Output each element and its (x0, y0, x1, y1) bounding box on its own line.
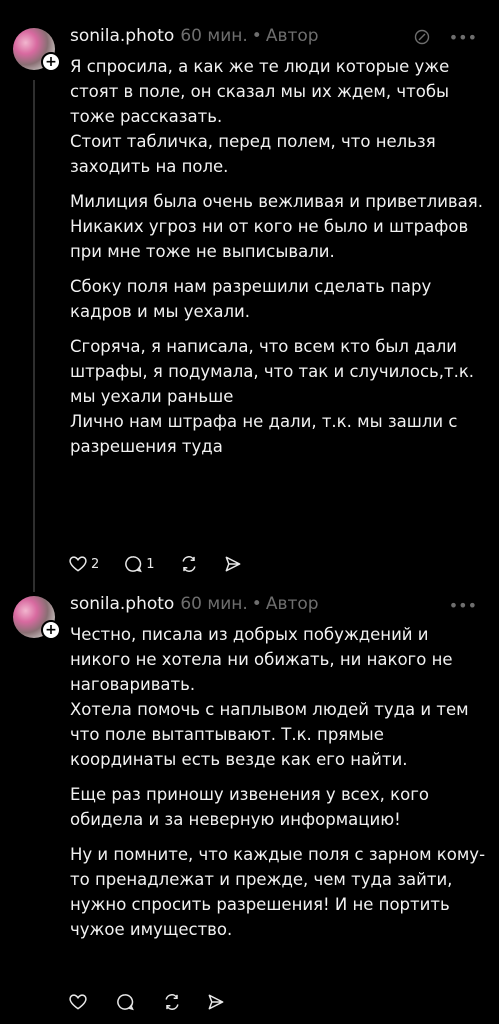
post-paragraph: Сгоряча, я написала, что всем кто был да… (70, 337, 475, 456)
avatar[interactable]: + (13, 596, 61, 640)
repost-button[interactable] (179, 554, 199, 574)
post-actions: 2 1 (68, 554, 243, 574)
share-icon (225, 556, 240, 572)
follow-plus-icon[interactable]: + (41, 620, 61, 640)
share-button[interactable] (206, 992, 226, 1012)
like-button[interactable]: 2 (68, 554, 99, 574)
more-icon[interactable]: ••• (449, 596, 477, 615)
comment-icon (117, 994, 134, 1011)
avatar[interactable]: + (13, 28, 61, 72)
repost-button[interactable] (162, 992, 182, 1012)
repost-icon (165, 994, 179, 1010)
meta-separator: • (251, 26, 262, 46)
post-paragraph: Честно, писала из добрых побуждений и ни… (70, 625, 469, 769)
heart-icon (69, 556, 87, 572)
like-button[interactable] (68, 992, 91, 1012)
post-paragraph: Милиция была очень вежливая и приветлива… (70, 192, 483, 261)
post-text: Честно, писала из добрых побуждений и ни… (70, 622, 490, 952)
post-header-actions: ••• (400, 28, 477, 47)
follow-plus-icon[interactable]: + (41, 52, 61, 72)
post-time: 60 мин. (180, 594, 248, 614)
post-time: 60 мин. (180, 26, 248, 46)
share-button[interactable] (223, 554, 243, 574)
author-badge: Автор (265, 26, 319, 46)
post-text: Я спросила, а как же те люди которые уже… (70, 54, 490, 469)
repost-icon (181, 556, 196, 572)
post-header: sonila.photo 60 мин. • Автор (70, 594, 319, 618)
thread-line (33, 80, 35, 592)
like-count: 2 (91, 556, 100, 572)
comment-count: 1 (146, 556, 155, 572)
share-icon (208, 994, 224, 1010)
post-header-actions: ••• (435, 596, 477, 615)
post-paragraph: Ну и помните, что каждые поля с зарном к… (70, 845, 486, 939)
username[interactable]: sonila.photo (70, 594, 174, 614)
comment-icon (125, 556, 143, 573)
post-paragraph: Сбоку поля нам разрешили сделать пару ка… (70, 277, 432, 321)
comment-button[interactable]: 1 (123, 554, 155, 574)
heart-icon (69, 994, 87, 1010)
post-header: sonila.photo 60 мин. • Автор (70, 26, 319, 50)
meta-separator: • (251, 594, 262, 614)
post-paragraph: Еще раз приношу извенения у всех, кого о… (70, 785, 429, 829)
edit-icon[interactable] (414, 28, 435, 47)
username[interactable]: sonila.photo (70, 26, 174, 46)
author-badge: Автор (265, 594, 319, 614)
post-paragraph: Я спросила, а как же те люди которые уже… (70, 57, 450, 176)
more-icon[interactable]: ••• (449, 28, 477, 47)
comment-button[interactable] (115, 992, 138, 1012)
post-actions (68, 992, 226, 1012)
